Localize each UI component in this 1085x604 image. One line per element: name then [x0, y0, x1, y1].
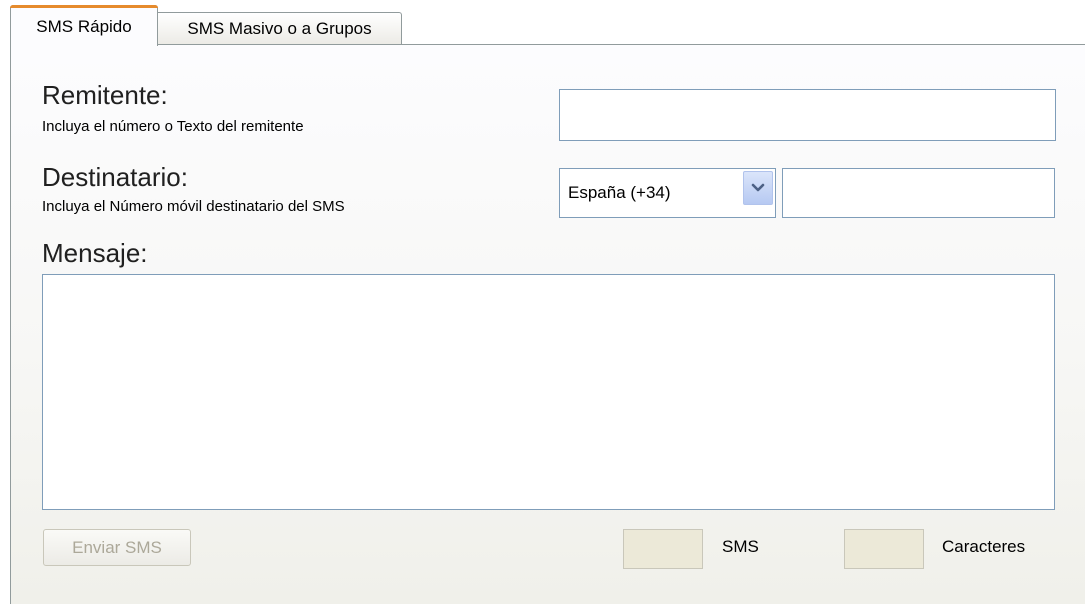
- chevron-down-icon[interactable]: [743, 171, 773, 205]
- remitente-label: Remitente:: [42, 80, 168, 110]
- tab-label: SMS Rápido: [36, 16, 132, 36]
- tab-sms-rapido[interactable]: SMS Rápido: [10, 5, 158, 46]
- sms-count-box: [623, 529, 703, 569]
- char-count-label: Caracteres: [942, 537, 1026, 556]
- tab-label: SMS Masivo o a Grupos: [187, 19, 372, 38]
- country-code-select[interactable]: España (+34): [559, 168, 776, 218]
- char-count-box: [844, 529, 924, 569]
- country-code-value: España (+34): [568, 183, 671, 202]
- tab-strip: SMS Rápido SMS Masivo o a Grupos: [0, 0, 1085, 46]
- remitente-input[interactable]: [559, 89, 1056, 141]
- mensaje-textarea[interactable]: [42, 274, 1055, 510]
- enviar-sms-label: Enviar SMS: [72, 537, 162, 557]
- sms-rapido-panel: Remitente: Incluya el número o Texto del…: [10, 44, 1085, 604]
- destinatario-hint: Incluya el Número móvil destinatario del…: [42, 198, 345, 215]
- enviar-sms-button[interactable]: Enviar SMS: [43, 529, 191, 566]
- mensaje-label: Mensaje:: [42, 238, 148, 268]
- remitente-hint: Incluya el número o Texto del remitente: [42, 118, 304, 135]
- destinatario-label: Destinatario:: [42, 162, 188, 192]
- sms-count-label: SMS: [722, 537, 759, 556]
- destinatario-number-input[interactable]: [782, 168, 1055, 218]
- tab-sms-masivo[interactable]: SMS Masivo o a Grupos: [158, 12, 402, 44]
